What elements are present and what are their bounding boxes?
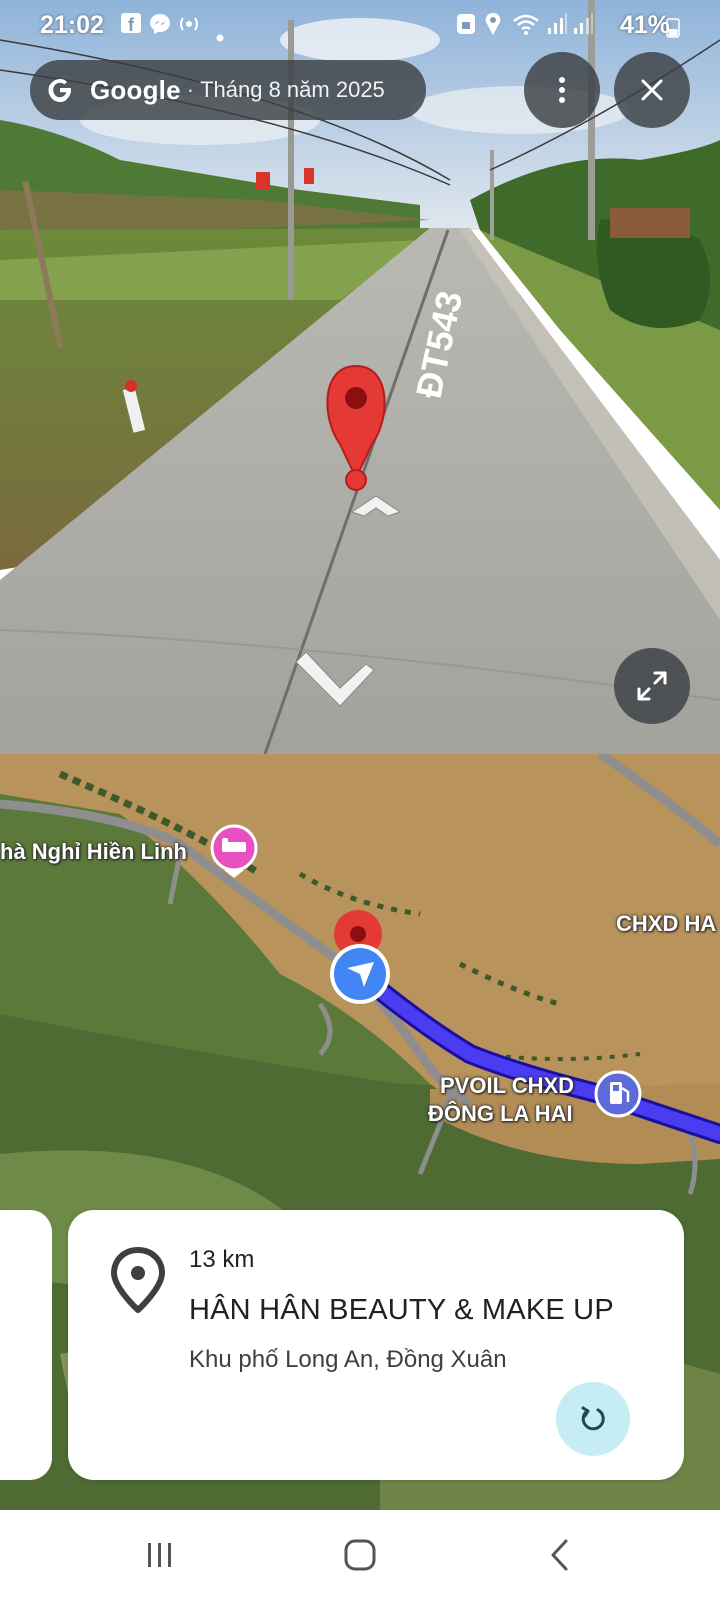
map-label-gas-station-2-line2[interactable]: ĐÔNG LA HAI xyxy=(428,1100,573,1128)
separator-dot: · xyxy=(186,77,195,102)
map-label-gas-station-2-line1[interactable]: PVOIL CHXD xyxy=(440,1072,574,1100)
map-label-guesthouse[interactable]: hà Nghỉ Hiền Linh xyxy=(0,838,187,866)
refresh-icon xyxy=(581,1406,605,1431)
more-options-button[interactable] xyxy=(524,52,600,128)
status-bar: 21:02 f 41% xyxy=(0,0,720,50)
svg-text:f: f xyxy=(128,15,135,34)
capture-date: Tháng 8 năm 2025 xyxy=(200,77,385,102)
place-address: Khu phố Long An, Đồng Xuân xyxy=(189,1346,507,1373)
messenger-icon xyxy=(148,12,172,43)
more-vert-icon xyxy=(559,77,565,103)
close-button[interactable] xyxy=(614,52,690,128)
place-name: HÂN HÂN BEAUTY & MAKE UP xyxy=(189,1294,614,1326)
place-card[interactable]: 13 km HÂN HÂN BEAUTY & MAKE UP Khu phố L… xyxy=(68,1210,684,1480)
recents-button[interactable] xyxy=(130,1532,190,1578)
street-view-panel[interactable]: ĐT543 21:02 f 41% Google · Tháng 8 năm 2… xyxy=(0,0,720,754)
previous-place-card[interactable] xyxy=(0,1210,52,1480)
close-icon xyxy=(641,79,663,101)
facebook-icon: f xyxy=(120,12,142,41)
expand-button[interactable] xyxy=(614,648,690,724)
vpn-lock-icon xyxy=(456,12,476,43)
home-button[interactable] xyxy=(330,1532,390,1578)
back-button[interactable] xyxy=(530,1532,590,1578)
current-location-icon[interactable] xyxy=(330,944,390,1004)
back-icon xyxy=(551,1539,568,1571)
status-time: 21:02 xyxy=(40,11,104,39)
dot-icon xyxy=(216,20,224,49)
google-g-icon xyxy=(30,75,90,105)
battery-percent: 41% xyxy=(619,11,670,39)
system-navigation-bar xyxy=(0,1510,720,1600)
gas-station-marker-icon[interactable] xyxy=(594,1070,642,1118)
expand-icon xyxy=(637,671,667,701)
signal-icon xyxy=(546,12,568,43)
refresh-button[interactable] xyxy=(556,1382,630,1456)
place-pin-icon xyxy=(110,1246,166,1319)
map-label-gas-station-1[interactable]: CHXD HA xyxy=(616,910,716,938)
google-brand-text: Google xyxy=(90,74,181,105)
recents-icon xyxy=(148,1543,171,1567)
battery-icon xyxy=(666,16,680,45)
signal-icon-2 xyxy=(572,12,594,43)
location-icon xyxy=(484,12,502,43)
wifi-icon xyxy=(512,12,540,43)
home-icon xyxy=(344,1539,376,1571)
street-view-attribution[interactable]: Google · Tháng 8 năm 2025 xyxy=(30,60,426,120)
hotspot-icon xyxy=(176,12,202,43)
place-distance: 13 km xyxy=(189,1246,255,1273)
